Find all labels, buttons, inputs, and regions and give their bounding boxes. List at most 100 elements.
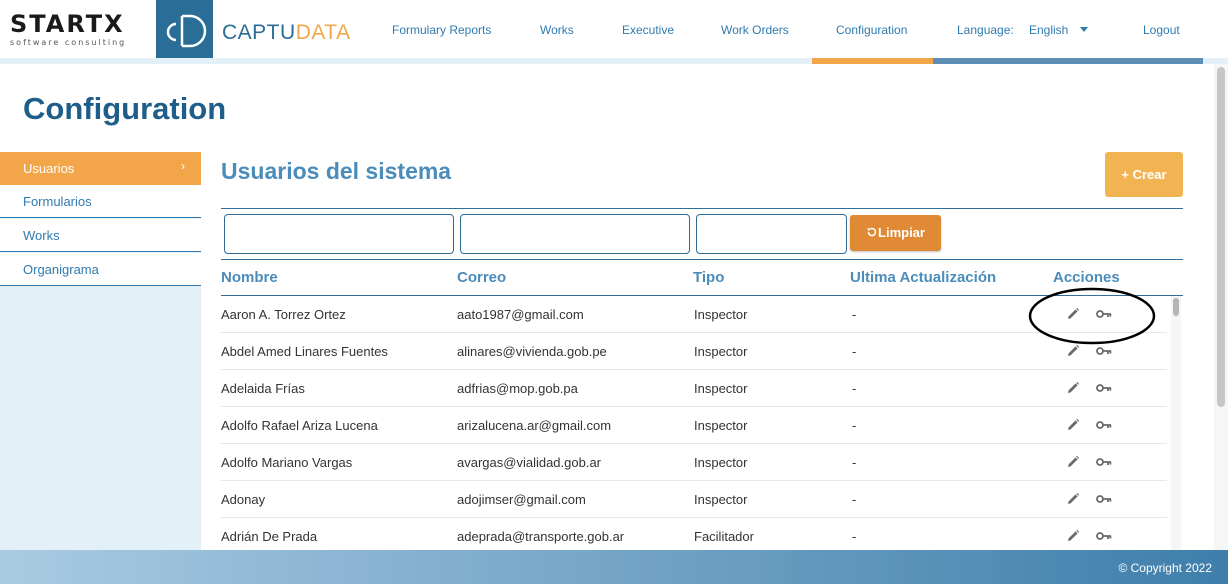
divider [221,208,1183,209]
cell-ultima: - [852,344,857,359]
table-row[interactable]: Adonay adojimser@gmail.com Inspector - [221,481,1167,518]
cell-ultima: - [852,492,857,507]
brand-name-part1: CAPTU [222,21,296,44]
column-header-tipo[interactable]: Tipo [693,269,724,287]
table-row[interactable]: Abdel Amed Linares Fuentes alinares@vivie… [221,333,1167,370]
page-scrollbar-thumb[interactable] [1217,67,1225,407]
cell-ultima: - [852,307,857,322]
nav-formulary-reports[interactable]: Formulary Reports [392,22,491,38]
cell-tipo: Inspector [694,455,748,470]
key-icon[interactable] [1096,529,1112,543]
pencil-icon[interactable] [1066,381,1082,395]
nav-configuration[interactable]: Configuration [836,22,907,38]
language-label: Language: [957,23,1014,37]
filter-nombre-input[interactable] [224,214,454,254]
key-icon[interactable] [1096,492,1112,506]
cell-tipo: Inspector [694,492,748,507]
sidebar-item-label: Formularios [23,194,92,209]
cell-ultima: - [852,455,857,470]
cell-nombre: Adrián De Prada [221,529,318,544]
cell-correo: arizalucena.ar@gmail.com [457,418,612,433]
key-icon[interactable] [1096,307,1112,321]
table-row[interactable]: Adelaida Frías adfrias@mop.gob.pa Inspecto… [221,370,1167,407]
pencil-icon[interactable] [1066,344,1082,358]
cell-nombre: Adolfo Mariano Vargas [221,455,353,470]
startx-logo[interactable]: STARTX software consulting [10,12,150,48]
top-header: STARTX software consulting CAPTUDATA For… [0,0,1228,64]
create-button[interactable]: + Crear [1105,152,1183,197]
header-underline [0,58,1228,64]
cell-tipo: Inspector [694,307,748,322]
startx-wordmark: STARTX [10,10,125,38]
captudata-brand[interactable]: CAPTUDATA [222,22,351,44]
page-title: Configuration [23,91,227,126]
cell-ultima: - [852,381,857,396]
sidebar-item-label: Works [23,228,60,243]
reset-icon [867,227,877,237]
language-select[interactable]: English [1029,22,1068,38]
cell-tipo: Inspector [694,344,748,359]
cell-correo: alinares@vivienda.gob.pe [457,344,607,359]
sidebar-item-works[interactable]: Works [0,219,201,252]
cell-correo: adeprada@transporte.gob.ar [457,529,625,544]
filter-correo-input[interactable] [460,214,690,254]
cell-nombre: Abdel Amed Linares Fuentes [221,344,388,359]
cell-ultima: - [852,529,857,544]
pencil-icon[interactable] [1066,418,1082,432]
key-icon[interactable] [1096,418,1112,432]
captudata-logo-mark[interactable] [156,0,213,59]
pencil-icon[interactable] [1066,307,1082,321]
cell-nombre: Adelaida Frías [221,381,305,396]
divider [221,259,1183,260]
cell-ultima: - [852,418,857,433]
header-accent-bar [933,58,1203,64]
table-row[interactable]: Aaron A. Torrez Ortez aato1987@gmail.com I… [221,296,1167,333]
chevron-right-icon: › [181,159,185,173]
sidebar-item-formularios[interactable]: Formularios [0,185,201,218]
logout-link[interactable]: Logout [1143,22,1180,38]
column-header-nombre[interactable]: Nombre [221,269,278,287]
table-scrollbar-thumb[interactable] [1173,298,1179,316]
pencil-icon[interactable] [1066,529,1082,543]
cell-tipo: Inspector [694,418,748,433]
pencil-icon[interactable] [1066,492,1082,506]
column-header-ultima-actualizacion[interactable]: Ultima Actualización [850,269,996,287]
nav-executive[interactable]: Executive [622,22,674,38]
active-nav-indicator [812,58,933,64]
sidebar-item-label: Usuarios [23,161,75,176]
key-icon[interactable] [1096,381,1112,395]
sidebar-item-organigrama[interactable]: Organigrama [0,253,201,286]
brand-name-part2: DATA [295,21,351,44]
pencil-icon[interactable] [1066,455,1082,469]
cell-tipo: Inspector [694,381,748,396]
cell-correo: avargas@vialidad.gob.ar [457,455,602,470]
cell-correo: aato1987@gmail.com [457,307,584,322]
clear-filters-button[interactable]: Limpiar [850,215,941,251]
cell-tipo: Facilitador [694,529,754,544]
cell-correo: adfrias@mop.gob.pa [457,381,578,396]
cell-nombre: Adolfo Rafael Ariza Lucena [221,418,378,433]
nav-work-orders[interactable]: Work Orders [721,22,789,38]
column-header-correo[interactable]: Correo [457,269,506,287]
cell-correo: adojimser@gmail.com [457,492,586,507]
column-header-acciones: Acciones [1053,269,1120,286]
section-title: Usuarios del sistema [221,158,452,184]
sidebar: Usuarios › Formularios Works Organigrama [0,152,201,550]
nav-works[interactable]: Works [540,22,574,38]
cell-nombre: Aaron A. Torrez Ortez [221,307,346,322]
table-scrollbar[interactable] [1171,296,1181,550]
table-row[interactable]: Adolfo Rafael Ariza Lucena arizalucena.ar… [221,407,1167,444]
copyright-text: © Copyright 2022 [1118,561,1212,575]
filter-tipo-input[interactable] [696,214,847,254]
cell-nombre: Adonay [221,492,266,507]
startx-tagline: software consulting [10,38,127,47]
table-row[interactable]: Adolfo Mariano Vargas avargas@vialidad.go… [221,444,1167,481]
sidebar-item-usuarios[interactable]: Usuarios › [0,152,201,185]
footer: © Copyright 2022 [0,550,1228,584]
clear-filters-label: Limpiar [878,225,925,240]
page-scrollbar[interactable] [1214,64,1228,550]
key-icon[interactable] [1096,455,1112,469]
sidebar-item-label: Organigrama [23,262,99,277]
key-icon[interactable] [1096,344,1112,358]
chevron-down-icon[interactable] [1080,27,1088,32]
